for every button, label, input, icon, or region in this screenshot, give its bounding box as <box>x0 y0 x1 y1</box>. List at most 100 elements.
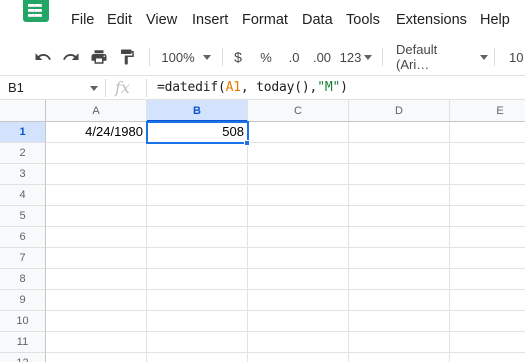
column-header-b[interactable]: B <box>147 100 248 122</box>
currency-button[interactable]: $ <box>229 38 247 76</box>
cell-b3[interactable] <box>147 164 248 185</box>
cell-d2[interactable] <box>349 143 450 164</box>
cell-d12[interactable] <box>349 353 450 362</box>
name-box[interactable]: B1 <box>0 76 104 100</box>
cell-d5[interactable] <box>349 206 450 227</box>
cell-c6[interactable] <box>248 227 349 248</box>
cell-a6[interactable] <box>46 227 147 248</box>
cell-c12[interactable] <box>248 353 349 362</box>
paint-format-button[interactable] <box>116 38 138 76</box>
cell-c2[interactable] <box>248 143 349 164</box>
column-header-d[interactable]: D <box>349 100 450 122</box>
cell-e3[interactable] <box>450 164 525 185</box>
row-header-3[interactable]: 3 <box>0 164 46 185</box>
menu-file[interactable]: File <box>71 11 94 29</box>
menu-insert[interactable]: Insert <box>192 11 228 29</box>
cell-c8[interactable] <box>248 269 349 290</box>
column-header-a[interactable]: A <box>46 100 147 122</box>
menu-help[interactable]: Help <box>480 11 510 29</box>
cell-b6[interactable] <box>147 227 248 248</box>
menu-tools[interactable]: Tools <box>346 11 380 29</box>
cell-a5[interactable] <box>46 206 147 227</box>
cell-e6[interactable] <box>450 227 525 248</box>
cell-d1[interactable] <box>349 122 450 143</box>
cell-b11[interactable] <box>147 332 248 353</box>
cell-c11[interactable] <box>248 332 349 353</box>
cell-d10[interactable] <box>349 311 450 332</box>
cell-a3[interactable] <box>46 164 147 185</box>
cell-e1[interactable] <box>450 122 525 143</box>
cell-e9[interactable] <box>450 290 525 311</box>
cell-b1[interactable]: 508 <box>147 122 248 143</box>
percent-button[interactable]: % <box>256 38 276 76</box>
menu-edit[interactable]: Edit <box>107 11 132 29</box>
cell-b8[interactable] <box>147 269 248 290</box>
increase-decimal-button[interactable]: .00 <box>309 38 335 76</box>
cell-e4[interactable] <box>450 185 525 206</box>
cell-a10[interactable] <box>46 311 147 332</box>
menu-extensions[interactable]: Extensions <box>396 11 467 29</box>
zoom-select[interactable]: 100% <box>156 38 216 76</box>
cell-b10[interactable] <box>147 311 248 332</box>
cell-a1[interactable]: 4/24/1980 <box>46 122 147 143</box>
number-format-select[interactable]: 123 <box>338 38 374 76</box>
cell-c9[interactable] <box>248 290 349 311</box>
cell-b7[interactable] <box>147 248 248 269</box>
cell-e12[interactable] <box>450 353 525 362</box>
cell-c1[interactable] <box>248 122 349 143</box>
cell-b5[interactable] <box>147 206 248 227</box>
cell-a7[interactable] <box>46 248 147 269</box>
row-header-8[interactable]: 8 <box>0 269 46 290</box>
cell-c7[interactable] <box>248 248 349 269</box>
cell-d4[interactable] <box>349 185 450 206</box>
cell-d11[interactable] <box>349 332 450 353</box>
cell-e8[interactable] <box>450 269 525 290</box>
cell-c10[interactable] <box>248 311 349 332</box>
font-select[interactable]: Default (Ari… <box>390 38 488 76</box>
cell-c5[interactable] <box>248 206 349 227</box>
cell-b2[interactable] <box>147 143 248 164</box>
row-header-1[interactable]: 1 <box>0 122 46 143</box>
undo-button[interactable] <box>32 38 54 76</box>
column-header-e[interactable]: E <box>450 100 525 122</box>
cell-a8[interactable] <box>46 269 147 290</box>
cell-b12[interactable] <box>147 353 248 362</box>
cell-a4[interactable] <box>46 185 147 206</box>
fill-handle[interactable] <box>244 140 250 146</box>
menu-view[interactable]: View <box>146 11 177 29</box>
formula-input[interactable]: =datedif(A1, today(),"M") <box>157 76 348 100</box>
column-header-c[interactable]: C <box>248 100 349 122</box>
redo-button[interactable] <box>60 38 82 76</box>
row-header-9[interactable]: 9 <box>0 290 46 311</box>
decrease-decimal-button[interactable]: .0 <box>282 38 306 76</box>
menu-format[interactable]: Format <box>242 11 288 29</box>
cell-a9[interactable] <box>46 290 147 311</box>
row-header-10[interactable]: 10 <box>0 311 46 332</box>
cell-d6[interactable] <box>349 227 450 248</box>
cell-a12[interactable] <box>46 353 147 362</box>
print-button[interactable] <box>88 38 110 76</box>
cell-e7[interactable] <box>450 248 525 269</box>
cell-d3[interactable] <box>349 164 450 185</box>
menu-data[interactable]: Data <box>302 11 333 29</box>
cell-d7[interactable] <box>349 248 450 269</box>
cell-e5[interactable] <box>450 206 525 227</box>
row-header-2[interactable]: 2 <box>0 143 46 164</box>
row-header-4[interactable]: 4 <box>0 185 46 206</box>
cell-a2[interactable] <box>46 143 147 164</box>
row-header-5[interactable]: 5 <box>0 206 46 227</box>
cell-a11[interactable] <box>46 332 147 353</box>
cell-b4[interactable] <box>147 185 248 206</box>
select-all-corner[interactable] <box>0 100 46 122</box>
cell-b9[interactable] <box>147 290 248 311</box>
font-size-input[interactable]: 10 <box>502 38 525 76</box>
row-header-11[interactable]: 11 <box>0 332 46 353</box>
cell-d8[interactable] <box>349 269 450 290</box>
cell-d9[interactable] <box>349 290 450 311</box>
row-header-12[interactable]: 12 <box>0 353 46 362</box>
cell-e2[interactable] <box>450 143 525 164</box>
row-header-6[interactable]: 6 <box>0 227 46 248</box>
cell-c4[interactable] <box>248 185 349 206</box>
cell-e11[interactable] <box>450 332 525 353</box>
cell-e10[interactable] <box>450 311 525 332</box>
